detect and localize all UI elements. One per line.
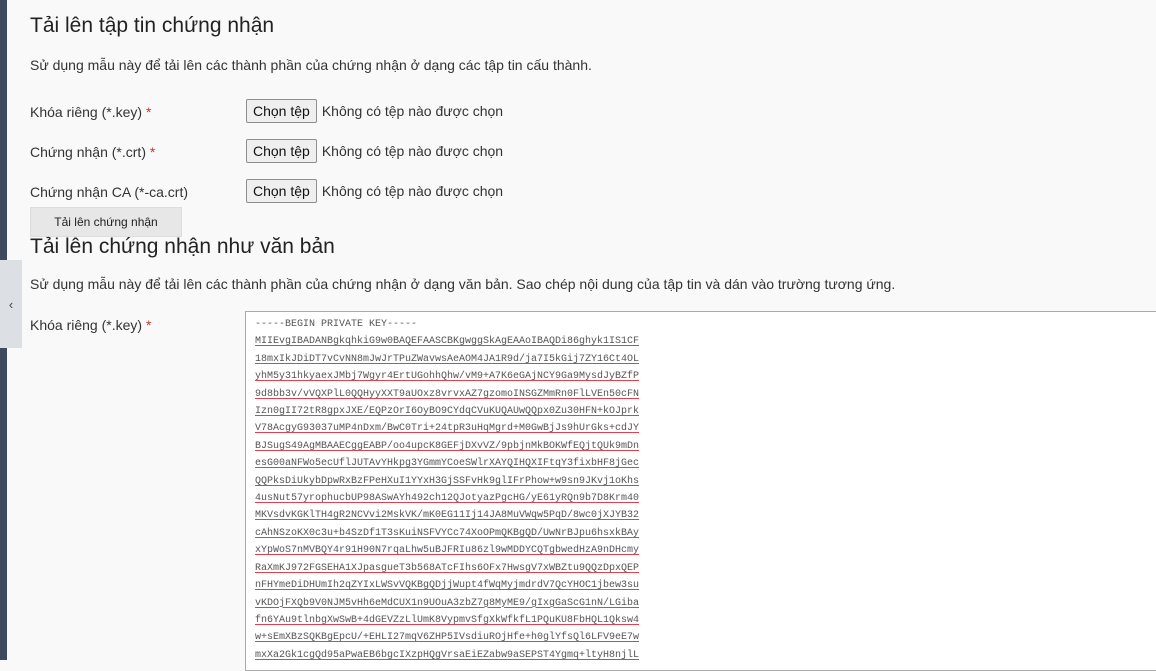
section-title-text-upload: Tải lên chứng nhận như văn bản	[30, 235, 335, 258]
key-text-line: 4usNut57yrophucbUP98ASwAYh492ch12QJotyaz…	[255, 493, 640, 505]
required-marker: *	[145, 104, 152, 120]
required-marker: *	[145, 317, 152, 333]
file-status: Không có tệp nào được chọn	[321, 103, 504, 119]
section-title-file-upload: Tải lên tập tin chứng nhận	[30, 14, 275, 37]
key-text-line: MKVsdvKGKlTH4gR2NCVvi2MskVK/mK0EG11Ij14J…	[255, 510, 640, 522]
certificate-upload-page: Tải lên tập tin chứng nhận Sử dụng mẫu n…	[30, 0, 1156, 671]
key-text-line: BJSugS49AgMBAAECggEABP/oo4upcK8GEFjDXvVZ…	[255, 440, 640, 452]
chevron-left-icon: ‹	[8, 296, 14, 312]
key-text-line: fn6YAu9tlnbgXwSwB+4dGEVZzLlUmK8VypmvSfgX…	[255, 614, 640, 626]
key-text-line: vKDOjFXQb9V0NJM5vHh6eMdCUX1n9UOuA3zbZ7g8…	[255, 597, 640, 609]
key-text-line: yhM5y31hkyaexJMbj7Wgyr4ErtUGohhQhw/vM9+A…	[255, 371, 640, 383]
choose-file-button[interactable]: Chọn tệp	[246, 139, 317, 163]
file-status: Không có tệp nào được chọn	[321, 183, 504, 199]
private-key-text-label: Khóa riêng (*.key) *	[30, 317, 152, 333]
key-text-line: V78AcgyG93037uMP4nDxm/BwC0Tri+24tpR3uHqM…	[255, 423, 640, 435]
certificate-file-input[interactable]: Chọn tệp Không có tệp nào được chọn	[246, 139, 503, 163]
file-status: Không có tệp nào được chọn	[321, 143, 504, 159]
key-text-line: mxXa2Gk1cgQd95aPwaEB6bgcIXzpHQgVrsaEiEZa…	[255, 649, 640, 661]
collapse-sidebar-button[interactable]: ‹	[0, 260, 22, 348]
ca-certificate-file-input[interactable]: Chọn tệp Không có tệp nào được chọn	[246, 179, 503, 203]
key-text-line: 18mxIkJDiDT7vCvNN8mJwJrTPuZWavwsAeAOM4JA…	[255, 353, 640, 365]
key-text-line: 9d8bb3v/vVQXPlL0QQHyyXXT9aUOxz8vrvxAZ7gz…	[255, 388, 640, 400]
key-text-line: Izn0gII72tR8gpxJXE/EQPzOrI6OyBO9CYdqCVuK…	[255, 406, 640, 418]
section-description-file-upload: Sử dụng mẫu này để tải lên các thành phầ…	[30, 57, 592, 73]
key-text-line: xYpWoS7nMVBQY4r91H90N7rqaLhw5uBJFRIu86zl…	[255, 545, 640, 557]
certificate-label: Chứng nhận (*.crt) *	[30, 144, 156, 160]
key-text-line: esG00aNFWo5ecUflJUTAvYHkpg3YGmmYCoeSWlrX…	[255, 458, 640, 470]
key-text-line: MIIEvgIBADANBgkqhkiG9w0BAQEFAASCBKgwggSk…	[255, 336, 640, 348]
key-text-line: nFHYmeDiDHUmIh2qZYIxLWSvVQKBgQDjjWupt4fW…	[255, 580, 640, 592]
private-key-label: Khóa riêng (*.key) *	[30, 104, 152, 120]
ca-certificate-label: Chứng nhận CA (*-ca.crt)	[30, 184, 188, 200]
key-text-line: w+sEmXBzSQKBgEpcU/+EHLI27mqV6ZHP5IVsdiuR…	[255, 632, 640, 644]
choose-file-button[interactable]: Chọn tệp	[246, 99, 317, 123]
key-text-line: cAhNSzoKX0c3u+b4SzDf1T3sKuiNSFVYCc74XoOP…	[255, 527, 640, 539]
private-key-textarea[interactable]: -----BEGIN PRIVATE KEY----- MIIEvgIBADAN…	[245, 311, 1156, 671]
private-key-file-input[interactable]: Chọn tệp Không có tệp nào được chọn	[246, 99, 503, 123]
upload-certificate-button[interactable]: Tải lên chứng nhận	[30, 207, 182, 237]
section-description-text-upload: Sử dụng mẫu này để tải lên các thành phầ…	[30, 276, 896, 292]
key-text-line: QQPksDiUkybDpwRxBzFPeHXuI1YYxH3GjSSFvHk9…	[255, 475, 640, 487]
key-text-line: RaXmKJ972FGSEHA1XJpasgueT3b568ATcFIhs6OF…	[255, 562, 640, 574]
required-marker: *	[149, 144, 156, 160]
key-text-line: -----BEGIN PRIVATE KEY-----	[255, 319, 418, 330]
choose-file-button[interactable]: Chọn tệp	[246, 179, 317, 203]
